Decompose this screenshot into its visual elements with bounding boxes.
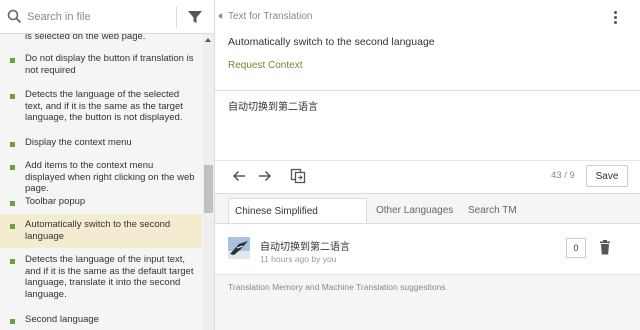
arrow-right-icon[interactable] [257, 168, 273, 184]
list-item[interactable]: Add items to the context menu displayed … [0, 160, 202, 194]
string-status-bullet [10, 165, 15, 170]
divider [215, 90, 640, 91]
list-item-text: Do not display the button if translation… [25, 53, 194, 76]
list-item-active[interactable]: Automatically switch to the second langu… [0, 214, 202, 248]
suggestion-text: 自动切换到第二语言 [260, 242, 350, 253]
source-text: Automatically switch to the second langu… [228, 36, 435, 48]
list-item-text: Detects the language of the input text, … [25, 254, 194, 300]
string-status-bullet [10, 201, 15, 206]
tab-chinese-suggestions[interactable]: Chinese Simplified Sugges... [228, 198, 367, 242]
arrow-left-icon[interactable] [231, 168, 247, 184]
search-bar [0, 0, 214, 34]
tab-search-tm[interactable]: Search TM [462, 198, 523, 223]
sidebar: is selected on the web page. Do not disp… [0, 0, 215, 330]
string-counter: 43 / 9 [551, 170, 575, 181]
list-item-text: Automatically switch to the second langu… [25, 219, 171, 242]
string-status-bullet [10, 319, 15, 324]
string-status-bullet [10, 94, 15, 99]
string-status-bullet [10, 259, 15, 264]
vote-count[interactable]: 0 [566, 238, 586, 258]
source-title: Text for Translation [228, 11, 313, 22]
list-item-text: Second language [25, 314, 99, 325]
suggestion-meta: 11 hours ago by you [260, 254, 337, 264]
collapse-sidebar-icon[interactable] [218, 13, 222, 19]
filter-icon[interactable] [187, 9, 203, 25]
tm-caption: Translation Memory and Machine Translati… [228, 282, 446, 292]
avatar [228, 237, 250, 259]
save-button[interactable]: Save [586, 165, 628, 187]
string-list: is selected on the web page. Do not disp… [0, 34, 202, 330]
translation-input[interactable]: 自动切换到第二语言 [228, 98, 318, 113]
string-status-bullet [10, 224, 15, 229]
list-item[interactable]: Display the context menu [0, 137, 202, 151]
string-status-bullet [10, 142, 15, 147]
list-item-text: is selected on the web page. [25, 34, 146, 42]
trash-icon[interactable] [598, 240, 612, 255]
scrollbar-thumb[interactable] [204, 165, 213, 213]
tab-other-languages[interactable]: Other Languages [370, 198, 459, 223]
list-item[interactable]: Toolbar popup [0, 196, 202, 210]
more-options-icon[interactable] [614, 11, 618, 25]
search-icon [6, 8, 24, 26]
search-input[interactable] [27, 6, 167, 27]
list-item-text: Display the context menu [25, 137, 132, 148]
list-item[interactable]: Detects the language of the input text, … [0, 254, 202, 304]
list-item[interactable]: is selected on the web page. [0, 34, 202, 45]
divider [215, 160, 640, 161]
search-divider [176, 6, 177, 28]
list-item[interactable]: Second language [0, 314, 202, 328]
list-item-text: Add items to the context menu displayed … [25, 160, 195, 194]
request-context-link[interactable]: Request Context [228, 60, 303, 71]
list-item-text: Toolbar popup [25, 196, 86, 207]
list-item[interactable]: Do not display the button if translation… [0, 53, 202, 79]
copy-source-icon[interactable] [290, 168, 306, 184]
list-item[interactable]: Detects the language of the selected tex… [0, 89, 202, 127]
scroll-up-icon[interactable] [205, 38, 211, 42]
string-status-bullet [10, 58, 15, 63]
list-item-text: Detects the language of the selected tex… [25, 89, 183, 123]
